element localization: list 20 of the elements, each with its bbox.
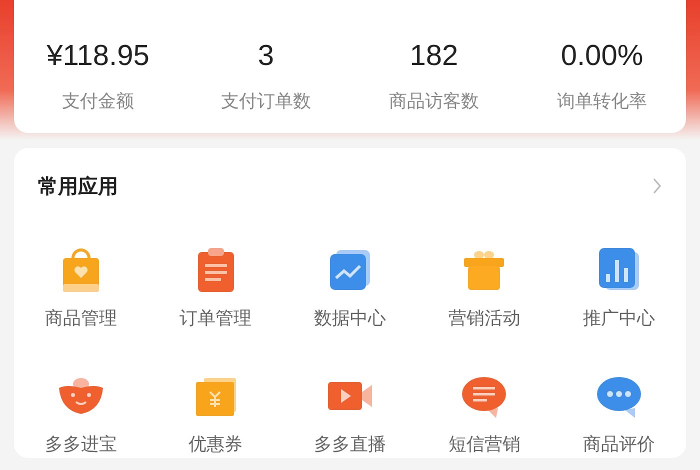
stat-label: 商品访客数 — [389, 90, 479, 114]
app-label[interactable]: 商品评价 — [582, 432, 655, 458]
section-title: 常用应用 — [38, 172, 118, 200]
app-label[interactable]: 营销活动 — [448, 306, 520, 332]
app-label[interactable]: 订单管理 — [180, 306, 252, 332]
app-label[interactable]: 推广中心 — [582, 306, 655, 332]
stat-value: ¥118.95 — [46, 39, 150, 74]
app-label[interactable]: 多多进宝 — [45, 432, 118, 458]
app-label[interactable]: 优惠券 — [188, 432, 243, 458]
stat-label: 支付金额 — [62, 90, 134, 114]
app-label[interactable]: 数据中心 — [314, 306, 386, 332]
stat-label: 支付订单数 — [221, 90, 311, 114]
stat-value: 3 — [258, 39, 274, 74]
stat-label: 询单转化率 — [557, 90, 647, 114]
app-label[interactable]: 商品管理 — [45, 306, 118, 332]
app-label[interactable]: 多多直播 — [314, 432, 386, 458]
stat-value: 182 — [410, 39, 458, 74]
chevron-right-icon[interactable] — [652, 177, 662, 195]
app-label[interactable]: 短信营销 — [448, 432, 520, 458]
stat-value: 0.00% — [560, 39, 644, 74]
